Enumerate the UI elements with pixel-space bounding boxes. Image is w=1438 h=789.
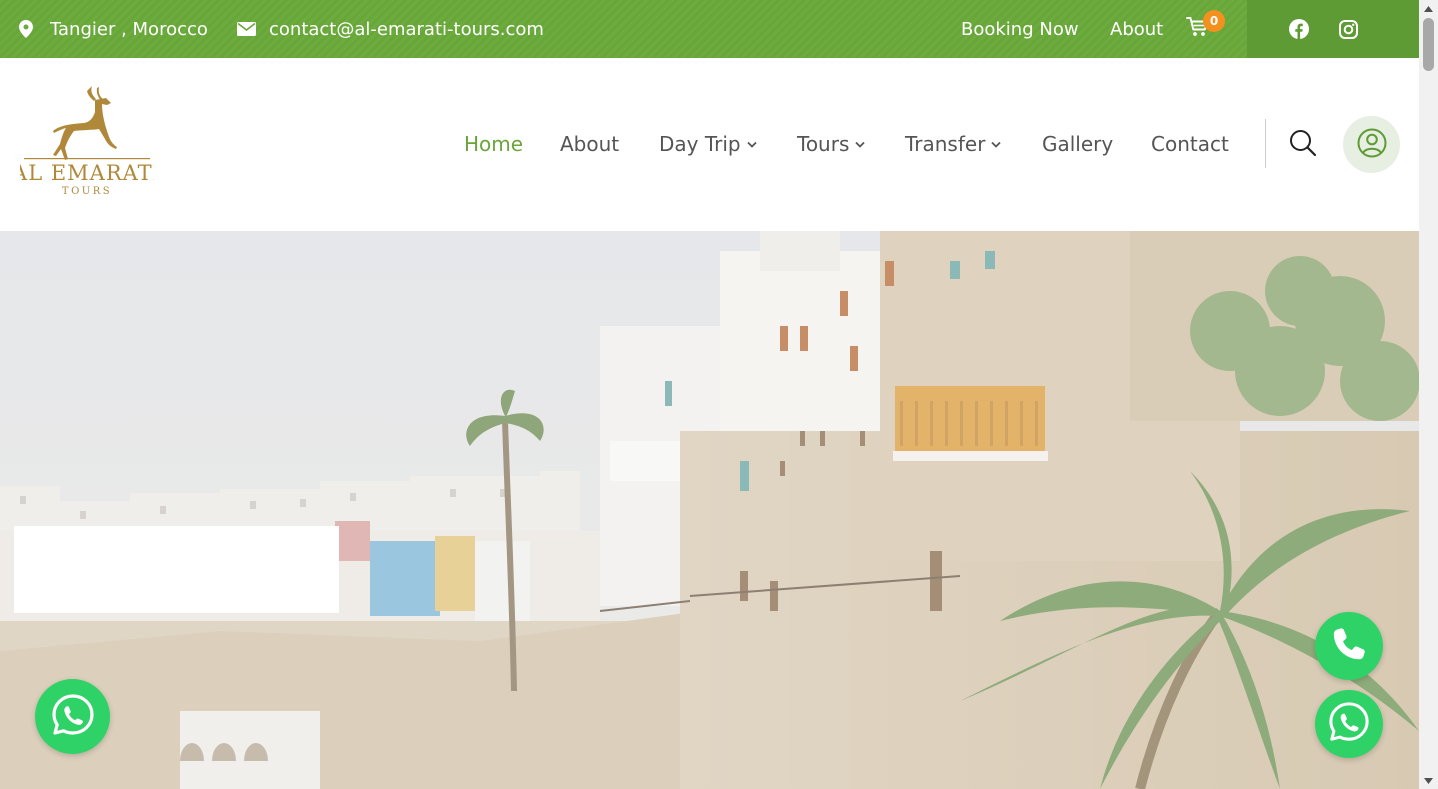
scroll-up-arrow-icon[interactable] xyxy=(1419,0,1438,17)
booking-now-link[interactable]: Booking Now xyxy=(961,0,1079,58)
hero-banner xyxy=(0,231,1419,789)
nav-transfer-label: Transfer xyxy=(905,132,986,156)
whatsapp-icon xyxy=(1328,701,1370,747)
search-icon[interactable] xyxy=(1288,128,1318,158)
email-info[interactable]: contact@al-emarati-tours.com xyxy=(236,0,544,58)
nav-gallery-label: Gallery xyxy=(1042,132,1114,156)
nav-home-label: Home xyxy=(464,132,524,156)
gazelle-logo xyxy=(24,86,150,160)
location-text: Tangier , Morocco xyxy=(50,18,208,40)
nav-home[interactable]: Home xyxy=(464,128,523,160)
map-pin-icon xyxy=(16,19,36,39)
top-bar: Tangier , Morocco contact@al-emarati-tou… xyxy=(0,0,1419,58)
scroll-down-arrow-icon[interactable] xyxy=(1419,772,1438,789)
hero-caption-box xyxy=(14,526,339,613)
nav-contact-label: Contact xyxy=(1151,132,1229,156)
chevron-down-icon xyxy=(746,141,757,148)
facebook-icon[interactable] xyxy=(1287,17,1311,41)
call-float-button[interactable] xyxy=(1315,612,1383,680)
envelope-icon xyxy=(236,19,256,39)
tangier-kasbah-photo xyxy=(0,231,1419,789)
nav-gallery[interactable]: Gallery xyxy=(1042,128,1113,160)
page-scrollbar[interactable] xyxy=(1419,0,1438,789)
whatsapp-icon xyxy=(51,693,95,741)
nav-transfer[interactable]: Transfer xyxy=(905,128,1002,160)
nav-day-trip-label: Day Trip xyxy=(659,132,741,156)
email-link[interactable]: contact@al-emarati-tours.com xyxy=(269,19,544,40)
user-account-button[interactable] xyxy=(1343,116,1400,173)
nav-about[interactable]: About xyxy=(560,128,619,160)
nav-contact[interactable]: Contact xyxy=(1151,128,1229,160)
location-info: Tangier , Morocco xyxy=(16,0,208,58)
site-logo[interactable]: AL EMARATI TOURS xyxy=(11,84,161,199)
nav-day-trip[interactable]: Day Trip xyxy=(659,128,757,160)
topbar-about-link[interactable]: About xyxy=(1110,0,1163,58)
whatsapp-float-button-left[interactable] xyxy=(35,679,110,754)
nav-divider xyxy=(1265,119,1266,168)
nav-tours-label: Tours xyxy=(797,132,850,156)
user-circle-icon xyxy=(1357,128,1387,162)
whatsapp-float-button-right[interactable] xyxy=(1315,690,1383,758)
scrollbar-thumb[interactable] xyxy=(1423,18,1434,71)
chevron-down-icon xyxy=(855,141,866,148)
brand-tagline: TOURS xyxy=(62,186,112,197)
cart-count-badge: 0 xyxy=(1203,10,1225,32)
nav-tours[interactable]: Tours xyxy=(797,128,866,160)
social-links xyxy=(1247,0,1419,58)
instagram-icon[interactable] xyxy=(1336,17,1360,41)
phone-icon xyxy=(1331,626,1367,666)
chevron-down-icon xyxy=(991,141,1002,148)
brand-name: AL EMARATI xyxy=(20,161,154,185)
nav-about-label: About xyxy=(560,132,620,156)
